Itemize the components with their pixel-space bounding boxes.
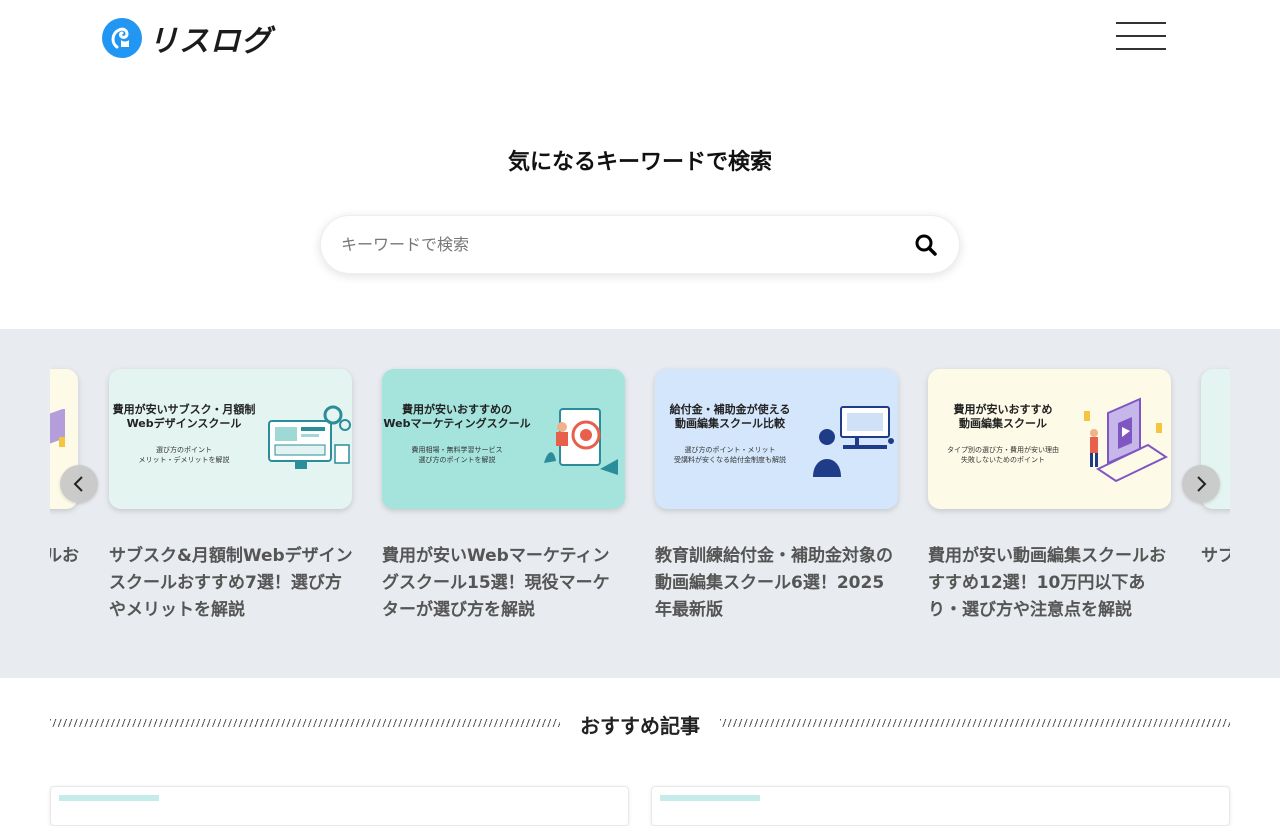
- thumbnail-title-text: 費用が安いおすすめ 動画編集スクール: [953, 403, 1053, 430]
- slide-thumbnail: 費用が安いサブスク・月額制 Webデザインスクール 選び方のポイント メリット・…: [109, 369, 352, 509]
- slide-title: 費用が安い動画編集スクールおすすめ12選！10万円以下あり・選び方や注意点を解説: [928, 546, 1166, 620]
- slide-thumbnail: 費用が安いおすすめの Webマーケティングスクール 費用相場・無料学習サービス …: [382, 369, 625, 509]
- thumbnail-subtitle-text: タイプ別の選び方・費用が安い理由 失敗しないためのポイント: [947, 446, 1059, 464]
- hamburger-line: [1116, 48, 1166, 50]
- thumbnail-title-text: 給付金・補助金が使える 動画編集スクール比較: [669, 403, 791, 430]
- carousel-viewport: ルお 費用が安いサブスク・月額制 Webデザインスクール 選び方のポイント メリ…: [50, 329, 1230, 678]
- recommended-article-card[interactable]: [651, 786, 1230, 826]
- site-header: リスログ: [0, 0, 1280, 72]
- card-label: [59, 795, 159, 801]
- carousel-slide[interactable]: 費用が安いおすすめ 動画編集スクール タイプ別の選び方・費用が安い理由 失敗しな…: [928, 369, 1172, 624]
- slide-thumbnail: 費用が安いおすすめ 動画編集スクール タイプ別の選び方・費用が安い理由 失敗しな…: [928, 369, 1171, 509]
- heading-divider-right: [720, 719, 1230, 727]
- slide-title: サブスクや: [1201, 546, 1230, 566]
- thumbnail-subtitle: 費用相場・無料学習サービス 選び方のポイントを解説: [382, 445, 532, 465]
- search-heading: 気になるキーワードで検索: [507, 150, 772, 175]
- slide-title: サブスク&月額制Webデザインスクールおすすめ7選！選び方やメリットを解説: [109, 546, 353, 620]
- thumbnail-title-text: 費用が安いおすすめの Webマーケティングスクール: [383, 403, 531, 430]
- thumbnail-subtitle-text: 選び方のポイント・メリット 受講料が安くなる給付金制度も解説: [674, 446, 786, 464]
- hamburger-menu-button[interactable]: [1116, 22, 1166, 50]
- thumbnail-subtitle: 選び方のポイント・メリット 受講料が安くなる給付金制度も解説: [655, 445, 805, 465]
- recommended-section-header: おすすめ記事: [50, 706, 1230, 740]
- thumbnail-title: 費用が安いサブスク・月額制 Webデザインスクール: [109, 403, 259, 431]
- thumbnail-title-text: 費用が安いサブスク・月額制 Webデザインスクール: [112, 403, 256, 430]
- thumbnail-subtitle: タイプ別の選び方・費用が安い理由 失敗しないためのポイント: [928, 445, 1078, 465]
- carousel-next-button[interactable]: [1182, 465, 1220, 503]
- video-player-illustration: [1084, 397, 1169, 483]
- carousel-prev-button[interactable]: [60, 465, 98, 503]
- slide-title: 教育訓練給付金・補助金対象の動画編集スクール6選！2025年最新版: [655, 546, 893, 620]
- site-logo[interactable]: リスログ: [102, 16, 272, 60]
- chevron-left-icon: [73, 476, 83, 492]
- slide-title: 費用が安いWebマーケティングスクール15選！現役マーケターが選び方を解説: [382, 546, 610, 620]
- thumbnail-subtitle-text: 費用相場・無料学習サービス 選び方のポイントを解説: [411, 446, 503, 464]
- thumbnail-subtitle: 選び方のポイント メリット・デメリットを解説: [109, 445, 259, 465]
- thumbnail-title: 費用が安いおすすめ 動画編集スクール: [928, 403, 1078, 431]
- video-editing-person-illustration: [813, 406, 894, 477]
- thumbnail-subtitle-text: 選び方のポイント メリット・デメリットを解説: [138, 446, 230, 464]
- marketing-illustration: [544, 408, 618, 475]
- carousel-slide[interactable]: 費用が安いサブスク・月額制 Webデザインスクール 選び方のポイント メリット・…: [109, 369, 353, 624]
- recommended-article-card[interactable]: [50, 786, 629, 826]
- slide-title: ルお: [50, 546, 79, 566]
- thumbnail-title: 給付金・補助金が使える 動画編集スクール比較: [655, 403, 805, 431]
- carousel-slide[interactable]: 費用が安いおすすめの Webマーケティングスクール 費用相場・無料学習サービス …: [382, 369, 626, 624]
- web-design-illustration: [268, 405, 351, 469]
- search-icon[interactable]: [914, 233, 938, 257]
- article-carousel: ルお 費用が安いサブスク・月額制 Webデザインスクール 選び方のポイント メリ…: [0, 329, 1280, 678]
- thumbnail-title: 費用が安いおすすめの Webマーケティングスクール: [382, 403, 532, 431]
- search-input[interactable]: [341, 216, 901, 273]
- squirrel-logo-icon: [102, 18, 142, 58]
- hamburger-line: [1116, 35, 1166, 37]
- chevron-right-icon: [1197, 476, 1207, 492]
- hamburger-icon: [1116, 22, 1166, 24]
- slide-thumbnail: 給付金・補助金が使える 動画編集スクール比較 選び方のポイント・メリット 受講料…: [655, 369, 898, 509]
- search-box: [320, 215, 960, 274]
- carousel-slide[interactable]: 給付金・補助金が使える 動画編集スクール比較 選び方のポイント・メリット 受講料…: [655, 369, 899, 624]
- logo-text: リスログ: [148, 24, 272, 59]
- card-label: [660, 795, 760, 801]
